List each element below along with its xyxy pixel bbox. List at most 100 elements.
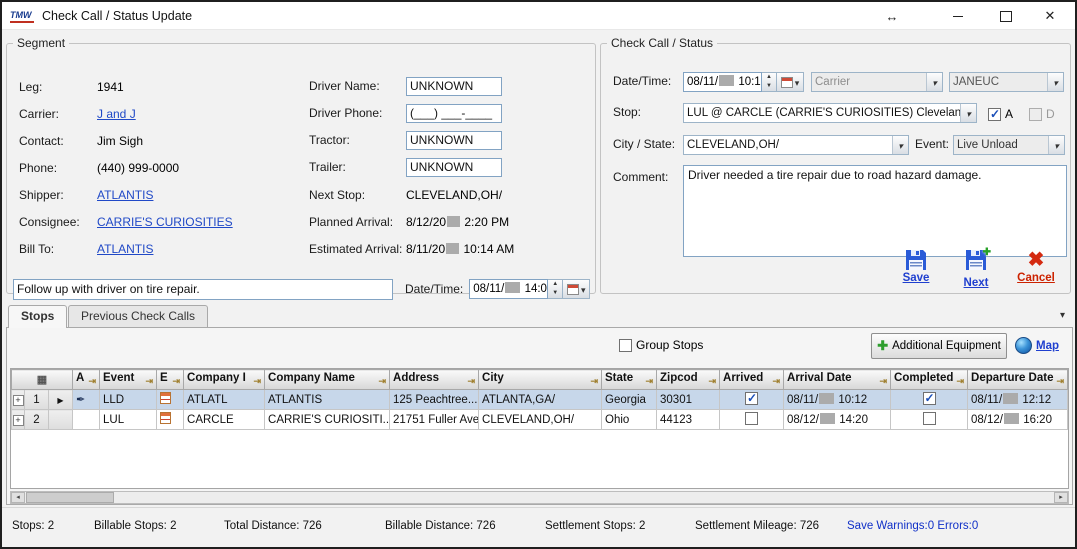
arrival-checkbox[interactable] <box>988 108 1001 121</box>
driver-name-field[interactable] <box>406 77 502 96</box>
tab-list-dropdown-icon[interactable]: ▾ <box>1060 310 1065 321</box>
pin-column-icon[interactable] <box>590 375 598 387</box>
minimize-button[interactable] <box>943 2 973 30</box>
chevron-down-icon[interactable] <box>926 73 942 91</box>
trailer-field[interactable] <box>406 158 502 177</box>
cell-zipcode: 30301 <box>657 390 720 410</box>
scroll-left-icon[interactable]: ◂ <box>11 492 25 503</box>
pin-column-icon[interactable] <box>172 375 180 387</box>
arrived-checkbox[interactable] <box>745 392 758 405</box>
header-arrival-date[interactable]: Arrival Date <box>784 370 891 390</box>
spinner-down-icon[interactable] <box>548 289 562 298</box>
group-stops-label: Group Stops <box>636 338 703 352</box>
status-billable-stops: Billable Stops: 2 <box>94 520 176 532</box>
close-button[interactable] <box>1035 2 1065 30</box>
header-city[interactable]: City <box>479 370 602 390</box>
tractor-label: Tractor: <box>309 133 406 147</box>
header-company-name[interactable]: Company Name <box>265 370 390 390</box>
carrier-type-combo[interactable]: Carrier <box>811 72 943 92</box>
globe-icon <box>1015 337 1032 354</box>
header-event[interactable]: Event <box>100 370 157 390</box>
driver-combo[interactable]: JANEUC <box>949 72 1064 92</box>
completed-checkbox[interactable] <box>923 412 936 425</box>
datetime-spinner[interactable] <box>762 72 777 92</box>
memo-input[interactable] <box>13 279 393 300</box>
cell-company-name: ATLANTIS <box>265 390 390 410</box>
expand-row-button[interactable] <box>12 390 25 410</box>
expand-row-button[interactable] <box>12 410 25 430</box>
chevron-down-icon[interactable] <box>960 104 976 122</box>
billto-link[interactable]: ATLANTIS <box>97 242 153 256</box>
header-a[interactable]: A <box>73 370 100 390</box>
calendar-button[interactable] <box>563 279 590 299</box>
spinner-up-icon[interactable] <box>762 73 776 82</box>
header-zipcode[interactable]: Zipcod <box>657 370 720 390</box>
driver-phone-field[interactable] <box>406 104 502 123</box>
departure-checkbox[interactable] <box>1029 108 1042 121</box>
header-arrived[interactable]: Arrived <box>720 370 784 390</box>
cell-completed <box>891 410 968 430</box>
plus-icon: ✚ <box>983 247 991 258</box>
pin-column-icon[interactable] <box>1056 375 1064 387</box>
city-state-combo[interactable]: CLEVELAND,OH/ <box>683 135 909 155</box>
header-company-id[interactable]: Company I <box>184 370 265 390</box>
stop-combo[interactable]: LUL @ CARCLE (CARRIE'S CURIOSITIES) Clev… <box>683 103 977 123</box>
event-combo[interactable]: Live Unload <box>953 135 1065 155</box>
header-departure-date[interactable]: Departure Date <box>968 370 1068 390</box>
header-address[interactable]: Address <box>390 370 479 390</box>
resize-icon[interactable] <box>877 2 907 30</box>
tractor-field[interactable] <box>406 131 502 150</box>
save-button[interactable]: Save <box>896 249 936 289</box>
pin-column-icon[interactable] <box>88 375 96 387</box>
pin-column-icon[interactable] <box>708 375 716 387</box>
calendar-button[interactable] <box>777 72 804 92</box>
chevron-down-icon[interactable] <box>1047 73 1063 91</box>
carrier-link[interactable]: J and J <box>97 107 136 121</box>
title-bar: TMW Check Call / Status Update <box>2 2 1075 30</box>
pin-column-icon[interactable] <box>253 375 261 387</box>
horizontal-scrollbar[interactable]: ◂ ▸ <box>10 491 1069 504</box>
completed-checkbox[interactable] <box>923 392 936 405</box>
shipper-link[interactable]: ATLANTIS <box>97 188 153 202</box>
chevron-down-icon[interactable] <box>1048 136 1064 154</box>
tab-previous-check-calls[interactable]: Previous Check Calls <box>68 305 208 327</box>
pin-column-icon[interactable] <box>956 375 964 387</box>
cancel-button[interactable]: Cancel <box>1016 249 1056 289</box>
maximize-button[interactable] <box>991 2 1021 30</box>
header-state[interactable]: State <box>602 370 657 390</box>
pin-column-icon[interactable] <box>645 375 653 387</box>
spinner-down-icon[interactable] <box>762 82 776 91</box>
pin-column-icon[interactable] <box>772 375 780 387</box>
header-completed[interactable]: Completed <box>891 370 968 390</box>
chevron-down-icon[interactable] <box>892 136 908 154</box>
consignee-link[interactable]: CARRIE'S CURIOSITIES <box>97 215 233 229</box>
table-row[interactable]: 1 LLD ATLATL ATLANTIS 125 Peachtree... A… <box>12 390 1068 410</box>
scroll-right-icon[interactable]: ▸ <box>1054 492 1068 503</box>
comment-textarea[interactable]: Driver needed a tire repair due to road … <box>683 165 1067 257</box>
pin-column-icon[interactable] <box>467 375 475 387</box>
redaction-box <box>1004 413 1019 424</box>
pin-column-icon[interactable] <box>879 375 887 387</box>
table-row[interactable]: 2 LUL CARCLE CARRIE'S CURIOSITI... 21751… <box>12 410 1068 430</box>
additional-equipment-button[interactable]: Additional Equipment <box>871 333 1007 359</box>
scrollbar-thumb[interactable] <box>26 492 114 503</box>
next-button[interactable]: ✚ Next <box>956 249 996 289</box>
spinner-up-icon[interactable] <box>548 280 562 289</box>
note-icon[interactable] <box>160 392 171 404</box>
cc-datetime-input[interactable]: 08/11/ 10:1 <box>683 72 804 92</box>
arrived-checkbox[interactable] <box>745 412 758 425</box>
note-icon[interactable] <box>160 412 171 424</box>
status-stops: Stops: 2 <box>12 520 54 532</box>
map-link[interactable]: Map <box>1015 337 1059 354</box>
datetime-spinner[interactable] <box>548 279 563 299</box>
group-stops-checkbox[interactable] <box>619 339 632 352</box>
pin-column-icon[interactable] <box>145 375 153 387</box>
segment-datetime-input[interactable]: 08/11/ 14:0 <box>469 279 590 299</box>
status-settlement-mileage: Settlement Mileage: 726 <box>695 520 819 532</box>
pin-column-icon[interactable] <box>378 375 386 387</box>
row-selector-header[interactable] <box>12 370 73 390</box>
tab-stops[interactable]: Stops <box>8 305 67 328</box>
status-billable-distance: Billable Distance: 726 <box>385 520 496 532</box>
driver-name-label: Driver Name: <box>309 79 406 93</box>
header-e[interactable]: E <box>157 370 184 390</box>
